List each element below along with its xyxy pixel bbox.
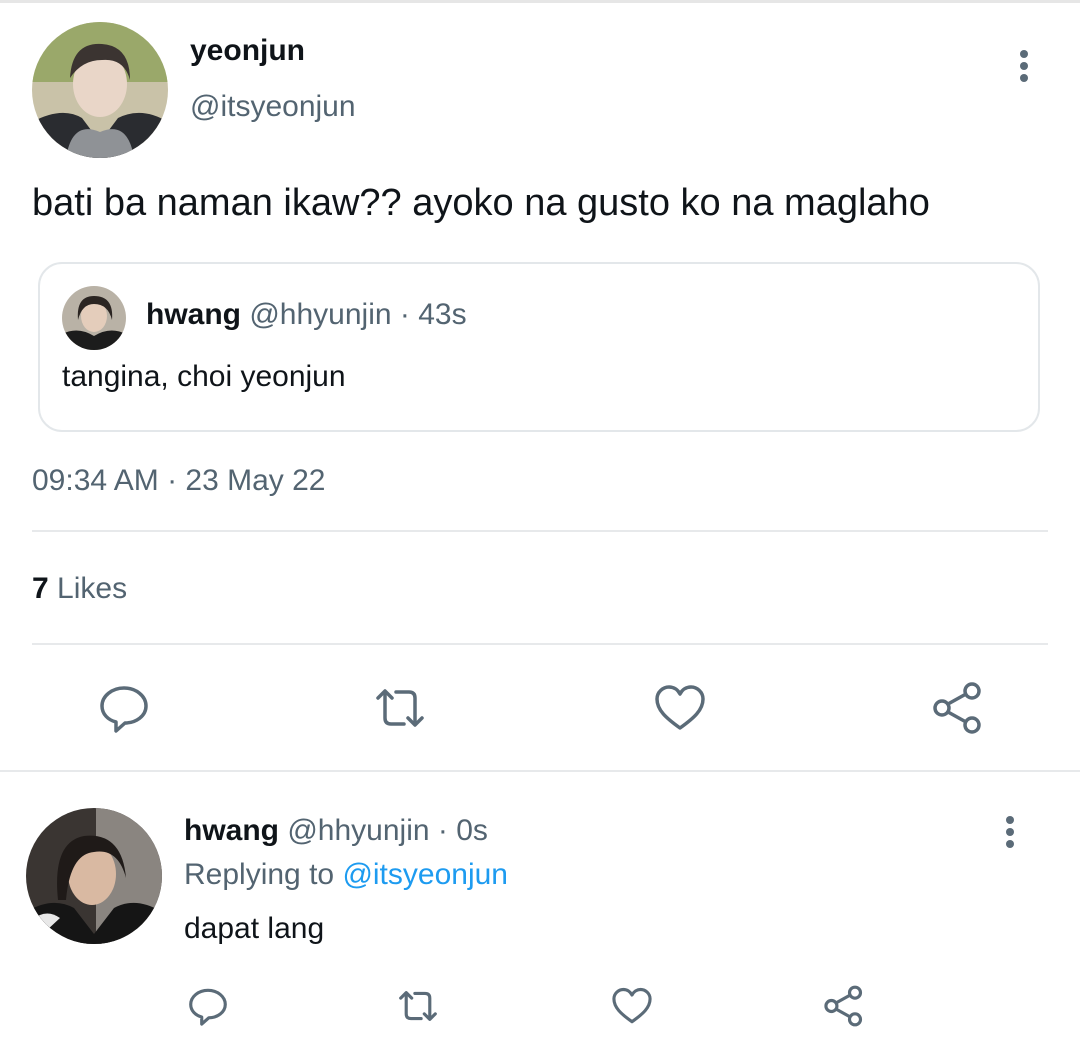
replying-to-label: Replying to — [184, 858, 335, 891]
more-options-icon[interactable] — [992, 810, 1028, 854]
reply-header: hwang @hhyunjin · 0s — [184, 814, 488, 848]
quoted-separator: · — [399, 298, 410, 331]
reply-author-avatar[interactable] — [26, 808, 162, 944]
reply-author-name[interactable]: hwang — [184, 814, 279, 847]
quoted-tweet-header: hwang @hhyunjin · 43s — [146, 298, 467, 332]
top-divider — [0, 0, 1080, 3]
tweet-timestamp: 09:34 AM · 23 May 22 — [32, 464, 326, 497]
divider — [32, 530, 1048, 532]
quoted-author-avatar[interactable] — [62, 286, 126, 350]
reply-icon[interactable] — [186, 984, 230, 1028]
quoted-tweet-card[interactable]: hwang @hhyunjin · 43s tangina, choi yeon… — [38, 262, 1040, 432]
quoted-tweet-text: tangina, choi yeonjun — [62, 360, 346, 393]
retweet-icon[interactable] — [396, 984, 440, 1028]
more-options-icon[interactable] — [1006, 44, 1042, 88]
replying-to-mention[interactable]: @itsyeonjun — [342, 858, 508, 891]
reply-separator: · — [437, 814, 448, 847]
author-name[interactable]: yeonjun — [190, 34, 305, 68]
likes-count[interactable]: 7 Likes — [32, 572, 127, 606]
reply-icon[interactable] — [96, 680, 152, 736]
tweet-text: bati ba naman ikaw?? ayoko na gusto ko n… — [32, 182, 930, 224]
reply-author-handle[interactable]: @hhyunjin — [287, 814, 429, 847]
quoted-author-name[interactable]: hwang — [146, 298, 241, 331]
quoted-time: 43s — [418, 298, 467, 331]
reply-time: 0s — [456, 814, 488, 847]
replying-to-line: Replying to @itsyeonjun — [184, 858, 508, 892]
like-icon[interactable] — [652, 680, 708, 736]
divider — [32, 643, 1048, 645]
share-icon[interactable] — [822, 984, 866, 1028]
retweet-icon[interactable] — [372, 680, 428, 736]
like-icon[interactable] — [610, 984, 654, 1028]
section-divider — [0, 770, 1080, 772]
likes-number: 7 — [32, 572, 49, 605]
author-handle[interactable]: @itsyeonjun — [190, 90, 356, 124]
likes-label: Likes — [57, 572, 128, 605]
author-avatar[interactable] — [32, 22, 168, 158]
share-icon[interactable] — [930, 680, 986, 736]
reply-text: dapat lang — [184, 912, 325, 945]
quoted-author-handle[interactable]: @hhyunjin — [249, 298, 391, 331]
